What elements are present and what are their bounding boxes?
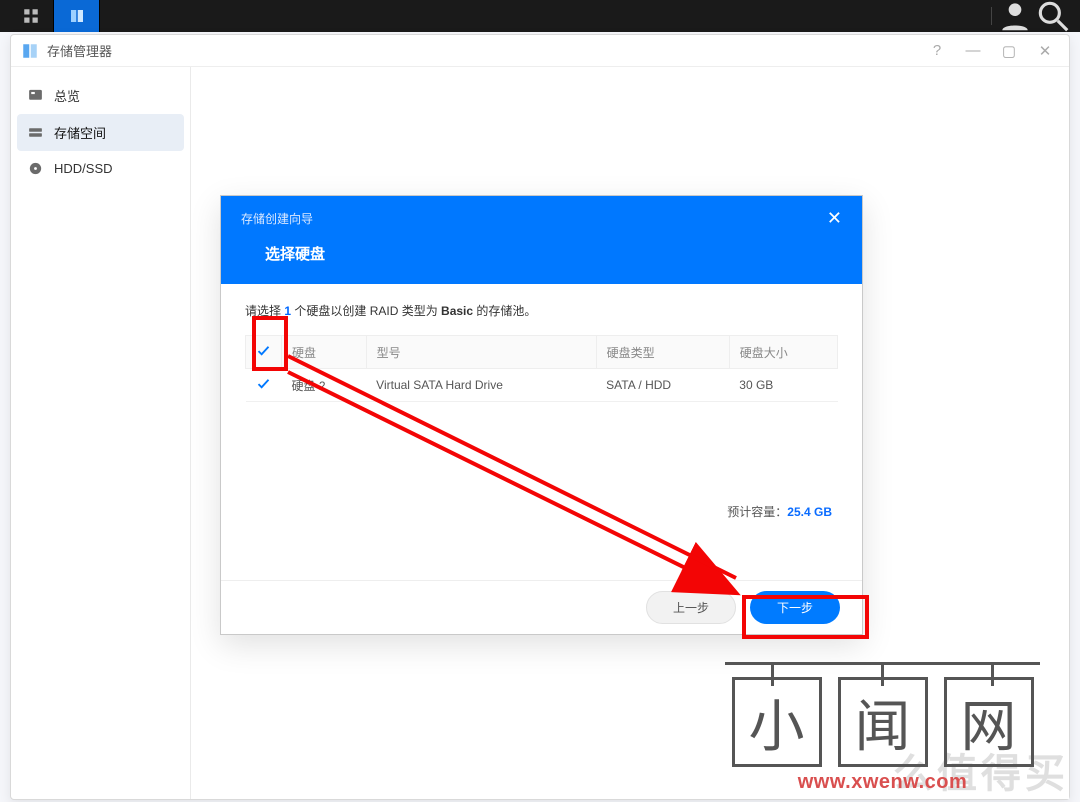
taskbar-storage-icon[interactable] — [54, 0, 100, 32]
sidebar-item-overview[interactable]: 总览 — [17, 77, 184, 114]
overview-icon — [27, 87, 44, 104]
sidebar-item-label: 存储空间 — [54, 123, 106, 142]
column-checkbox[interactable] — [246, 336, 282, 369]
drive-table: 硬盘 型号 硬盘类型 硬盘大小 硬盘 2 Virtual SATA Hard D… — [245, 335, 838, 402]
column-type: 硬盘类型 — [596, 336, 729, 369]
sidebar-item-hdd[interactable]: HDD/SSD — [17, 151, 184, 186]
wizard-body: 请选择 1 个硬盘以创建 RAID 类型为 Basic 的存储池。 硬盘 型号 … — [221, 284, 862, 580]
window-titlebar: 存储管理器 ? — ▢ ✕ — [11, 35, 1069, 67]
window-title: 存储管理器 — [47, 41, 112, 60]
select-all-checkbox — [256, 343, 271, 358]
wizard-header: 存储创建向导 ✕ 选择硬盘 — [221, 196, 862, 284]
wizard-title: 选择硬盘 — [241, 243, 842, 264]
taskbar-separator — [991, 7, 992, 25]
column-model: 型号 — [366, 336, 596, 369]
hdd-icon — [27, 160, 44, 177]
taskbar-search-icon[interactable] — [1034, 0, 1072, 32]
wizard-close-icon[interactable]: ✕ — [827, 208, 842, 229]
sidebar-item-label: HDD/SSD — [54, 161, 113, 176]
sidebar-item-storage[interactable]: 存储空间 — [17, 114, 184, 151]
taskbar-user-icon[interactable] — [996, 0, 1034, 32]
app-icon — [21, 42, 39, 60]
cell-size: 30 GB — [729, 369, 837, 402]
minimize-button[interactable]: — — [959, 37, 987, 65]
wizard-footer: 上一步 下一步 — [221, 580, 862, 634]
sidebar-item-label: 总览 — [54, 86, 80, 105]
column-size: 硬盘大小 — [729, 336, 837, 369]
close-button[interactable]: ✕ — [1031, 37, 1059, 65]
wizard-breadcrumb: 存储创建向导 — [241, 210, 313, 227]
cell-type: SATA / HDD — [596, 369, 729, 402]
help-button[interactable]: ? — [923, 37, 951, 65]
wizard-instruction: 请选择 1 个硬盘以创建 RAID 类型为 Basic 的存储池。 — [245, 302, 838, 319]
column-drive: 硬盘 — [282, 336, 367, 369]
storage-creation-wizard: 存储创建向导 ✕ 选择硬盘 请选择 1 个硬盘以创建 RAID 类型为 Basi… — [220, 195, 863, 635]
storage-icon — [27, 124, 44, 141]
cell-model: Virtual SATA Hard Drive — [366, 369, 596, 402]
estimated-capacity: 预计容量：25.4 GB — [727, 503, 832, 520]
cell-drive: 硬盘 2 — [282, 369, 367, 402]
maximize-button[interactable]: ▢ — [995, 37, 1023, 65]
check-icon — [256, 376, 271, 391]
next-button[interactable]: 下一步 — [750, 591, 840, 624]
background-watermark-text: 么值得买 — [893, 741, 1069, 799]
check-icon — [256, 343, 271, 358]
sidebar: 总览 存储空间 HDD/SSD — [11, 67, 191, 799]
taskbar-apps-icon[interactable] — [8, 0, 54, 32]
os-taskbar — [0, 0, 1080, 32]
row-checkbox[interactable] — [256, 376, 271, 391]
prev-button[interactable]: 上一步 — [646, 591, 736, 624]
table-row[interactable]: 硬盘 2 Virtual SATA Hard Drive SATA / HDD … — [246, 369, 838, 402]
